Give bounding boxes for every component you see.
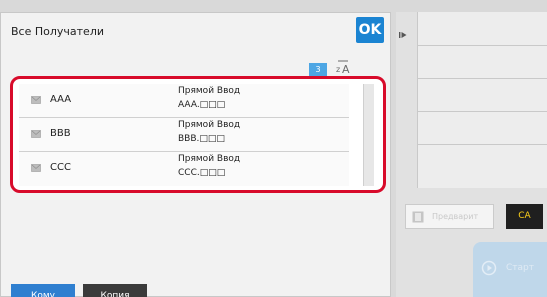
list-item[interactable]: BBB Прямой Ввод BBB.□□□ bbox=[19, 118, 349, 152]
recipient-name: BBB bbox=[50, 128, 71, 139]
start-icon bbox=[481, 260, 497, 276]
tab-cc[interactable]: Копия bbox=[83, 284, 147, 297]
all-recipients-dialog: Все Получатели OK 3 z A AAA Прямой Ввод … bbox=[0, 12, 391, 297]
divider bbox=[418, 78, 547, 79]
screen: Все Получатели OK 3 z A AAA Прямой Ввод … bbox=[0, 0, 547, 297]
start-button[interactable]: Старт bbox=[473, 242, 547, 297]
list-item[interactable]: AAA Прямой Ввод AAA.□□□ bbox=[19, 84, 349, 118]
mail-icon bbox=[31, 130, 41, 138]
preview-label: Предварит bbox=[432, 212, 479, 221]
list-item[interactable]: CCC Прямой Ввод CCC.□□□ bbox=[19, 152, 349, 186]
expand-panel-icon[interactable] bbox=[398, 30, 408, 40]
ca-button[interactable]: CA bbox=[506, 204, 543, 229]
recipient-type: Прямой Ввод bbox=[178, 86, 241, 96]
recipient-list: AAA Прямой Ввод AAA.□□□ BBB Прямой Ввод … bbox=[19, 84, 349, 186]
recipient-name: AAA bbox=[50, 94, 72, 105]
side-list bbox=[417, 12, 547, 188]
recipient-address: AAA.□□□ bbox=[178, 100, 226, 110]
dialog-title: Все Получатели bbox=[11, 25, 104, 38]
preview-button[interactable]: Предварит bbox=[405, 204, 494, 229]
recipient-type: Прямой Ввод bbox=[178, 154, 241, 164]
tab-to[interactable]: Кому bbox=[11, 284, 75, 297]
list-scrollbar[interactable] bbox=[363, 84, 374, 186]
side-panel: Предварит CA Старт bbox=[396, 12, 547, 297]
recipient-name: CCC bbox=[50, 162, 71, 173]
svg-text:z: z bbox=[336, 65, 340, 74]
sort-icon[interactable]: z A bbox=[334, 58, 352, 76]
svg-text:A: A bbox=[342, 63, 350, 76]
mail-icon bbox=[31, 164, 41, 172]
recipient-address: CCC.□□□ bbox=[178, 168, 226, 178]
recipient-type: Прямой Ввод bbox=[178, 120, 241, 130]
divider bbox=[418, 111, 547, 112]
preview-icon bbox=[412, 211, 424, 223]
recipient-address: BBB.□□□ bbox=[178, 134, 225, 144]
recipient-list-highlight: AAA Прямой Ввод AAA.□□□ BBB Прямой Ввод … bbox=[10, 76, 386, 193]
ok-button[interactable]: OK bbox=[356, 17, 384, 43]
divider bbox=[418, 144, 547, 145]
recipient-count-badge: 3 bbox=[309, 63, 327, 76]
start-label: Старт bbox=[506, 263, 534, 273]
divider bbox=[418, 45, 547, 46]
mail-icon bbox=[31, 96, 41, 104]
